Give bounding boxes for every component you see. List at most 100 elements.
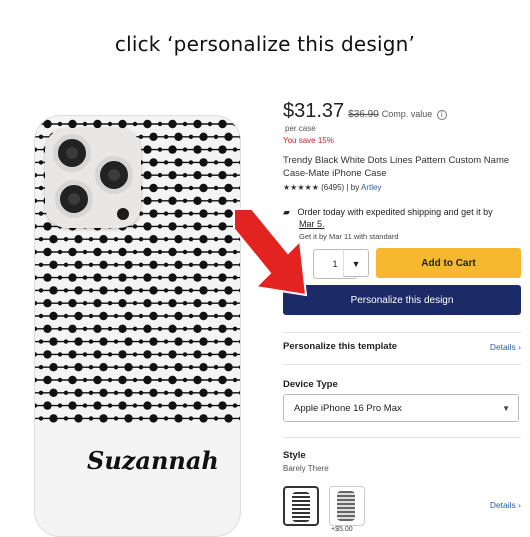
pattern-dot — [207, 147, 213, 152]
pattern-dot — [82, 403, 88, 408]
phone-case-thumb-icon — [292, 492, 310, 522]
pattern-dot — [68, 401, 77, 410]
camera-lens-icon — [53, 134, 91, 172]
pattern-dot — [182, 352, 188, 357]
pattern-dot — [49, 260, 58, 269]
pattern-dot — [138, 390, 144, 395]
pattern-dot — [43, 273, 52, 282]
pattern-dot — [188, 134, 194, 139]
pattern-dot — [43, 119, 52, 129]
pattern-dot — [174, 132, 183, 141]
pattern-dot — [38, 262, 44, 267]
pattern-dot — [49, 388, 58, 397]
pattern-dot — [57, 352, 63, 357]
pattern-dot — [163, 160, 169, 165]
pattern-dot — [138, 416, 144, 421]
pattern-dot — [207, 377, 213, 383]
pattern-dot — [88, 313, 94, 319]
pattern-dot — [193, 324, 202, 333]
pattern-dot — [138, 339, 144, 344]
pattern-dot — [88, 416, 94, 421]
pattern-dot — [35, 121, 38, 127]
pattern-dot — [35, 326, 38, 331]
pattern-dot — [232, 377, 238, 383]
pattern-dot — [143, 401, 152, 410]
original-price: $36.90 — [348, 109, 379, 120]
pattern-dot — [107, 352, 113, 357]
camera-lens-icon — [95, 156, 133, 194]
pattern-dot — [38, 416, 44, 421]
pattern-dot — [174, 311, 183, 321]
pattern-dot — [113, 262, 119, 267]
pattern-dot — [143, 324, 152, 333]
pattern-dot — [174, 388, 183, 397]
product-image[interactable]: Suzannah — [0, 100, 270, 537]
pattern-dot — [188, 160, 194, 165]
pattern-dot — [35, 301, 38, 306]
red-arrow-annotation — [233, 208, 308, 297]
pattern-dot — [124, 286, 133, 295]
pattern-dot — [88, 365, 94, 370]
pattern-dot — [188, 237, 194, 242]
pattern-dot — [57, 275, 63, 280]
pattern-dot — [193, 299, 202, 308]
device-type-value: Apple iPhone 16 Pro Max — [294, 403, 402, 414]
rating-stars-icon[interactable]: ★★★★★ — [283, 183, 319, 192]
pattern-dot — [124, 414, 133, 423]
pattern-dot — [149, 311, 158, 321]
pattern-dot — [213, 185, 219, 191]
pattern-dot — [149, 286, 158, 295]
pattern-dot — [99, 260, 108, 269]
style-thumb-selected[interactable] — [283, 486, 319, 526]
pattern-dot — [174, 260, 183, 269]
pattern-dot — [182, 173, 188, 178]
pattern-dot — [182, 377, 188, 383]
pattern-dot — [218, 401, 227, 410]
pattern-dot — [82, 275, 88, 280]
pattern-dot — [143, 375, 152, 385]
pattern-dot — [68, 350, 77, 359]
pattern-dot — [143, 119, 152, 129]
pattern-dot — [74, 337, 83, 346]
pattern-dot — [174, 414, 183, 423]
phone-case-thumb-icon — [337, 491, 355, 521]
pattern-dot — [149, 183, 158, 193]
rating-count[interactable]: (6495) — [321, 183, 344, 192]
pattern-dot — [35, 249, 38, 255]
pattern-dot — [149, 235, 158, 244]
template-details-link[interactable]: Details › — [490, 342, 521, 352]
pattern-dot — [182, 275, 188, 280]
author-link[interactable]: Artley — [361, 183, 381, 192]
style-thumb-option[interactable] — [329, 486, 365, 526]
product-title: Trendy Black White Dots Lines Pattern Cu… — [283, 155, 510, 179]
pattern-dot — [174, 158, 183, 167]
pattern-dot — [88, 237, 94, 242]
pattern-dot — [199, 235, 208, 244]
pattern-dot — [35, 198, 38, 203]
device-type-label: Device Type — [283, 379, 338, 390]
pattern-dot — [38, 339, 44, 344]
pattern-dot — [113, 313, 119, 319]
pattern-dot — [163, 134, 169, 139]
pattern-dot — [193, 196, 202, 205]
pattern-dot — [82, 249, 88, 255]
pattern-dot — [157, 173, 163, 178]
pattern-dot — [57, 403, 63, 408]
pattern-dot — [232, 352, 238, 357]
pattern-dot — [43, 247, 52, 257]
pattern-dot — [218, 324, 227, 333]
device-type-select[interactable]: Apple iPhone 16 Pro Max ▼ — [283, 394, 519, 422]
pattern-dot — [138, 134, 144, 139]
pattern-dot — [207, 224, 213, 229]
chevron-down-icon[interactable]: ▼ — [343, 249, 369, 277]
instruction-caption: click ‘personalize this design’ — [114, 32, 416, 56]
add-to-cart-button[interactable]: Add to Cart — [376, 248, 521, 278]
pattern-dot — [168, 196, 177, 205]
pattern-dot — [138, 288, 144, 293]
style-details-link[interactable]: Details › — [490, 500, 521, 510]
pattern-dot — [113, 365, 119, 370]
pattern-dot — [218, 119, 227, 129]
pattern-dot — [57, 249, 63, 255]
info-icon[interactable]: i — [436, 110, 447, 120]
pattern-dot — [43, 222, 52, 231]
